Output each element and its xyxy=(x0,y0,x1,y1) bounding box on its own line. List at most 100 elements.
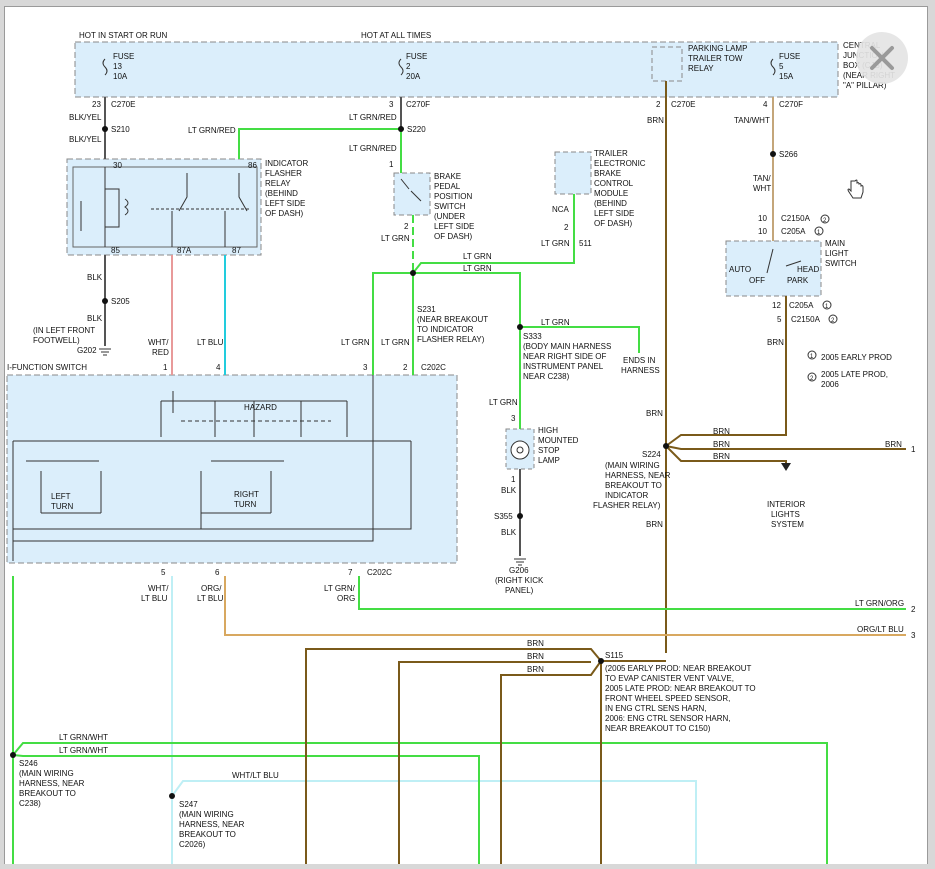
s205-dot xyxy=(102,298,108,304)
screenshot-frame: HOT IN START OR RUN HOT AT ALL TIMES CEN… xyxy=(0,0,935,864)
flasher-l4: LEFT SIDE xyxy=(265,199,305,208)
main-light-l0: MAIN xyxy=(825,239,845,248)
lt-grn-top-1: LT GRN xyxy=(463,252,492,261)
g206-l1: PANEL) xyxy=(505,586,534,595)
pin-10-b: 10 xyxy=(758,227,767,236)
flasher-l0: INDICATOR xyxy=(265,159,308,168)
s224: S224 xyxy=(642,450,661,459)
s210-dot xyxy=(102,126,108,132)
s224-l0: (MAIN WIRING xyxy=(605,461,660,470)
pin-5-main: 5 xyxy=(777,315,782,324)
pin-2: 2 xyxy=(656,100,661,109)
tow-relay-box xyxy=(651,46,683,82)
s224-l1: HARNESS, NEAR xyxy=(605,471,671,480)
fuse2-l2: 20A xyxy=(406,72,421,81)
mfs-p3: 3 xyxy=(363,363,368,372)
brake-l5: LEFT SIDE xyxy=(434,222,474,231)
brn-1: BRN xyxy=(647,116,664,125)
legend-l2b: 2006 xyxy=(821,380,839,389)
fuse5-l2: 15A xyxy=(779,72,794,81)
blk-stop: BLK xyxy=(501,486,517,495)
s115-l6: NEAR BREAKOUT TO C150) xyxy=(605,724,711,733)
c2150a-a: C2150A xyxy=(781,214,811,223)
s333-l2: INSTRUMENT PANEL xyxy=(523,362,604,371)
fuse13-l2: 10A xyxy=(113,72,128,81)
s224-dot xyxy=(663,443,669,449)
s355: S355 xyxy=(494,512,513,521)
mfs-p6: 6 xyxy=(215,568,220,577)
flasher-p87: 87 xyxy=(232,246,241,255)
c270e-b: C270E xyxy=(671,100,695,109)
s220-dot xyxy=(398,126,404,132)
flasher-p86: 86 xyxy=(248,161,257,170)
interior-l2: SYSTEM xyxy=(771,520,804,529)
flasher-l5: OF DASH) xyxy=(265,209,304,218)
stop-l0: HIGH xyxy=(538,426,558,435)
offpage-3: 3 xyxy=(911,631,916,640)
flasher-p30: 30 xyxy=(113,161,122,170)
trailer-l5: (BEHIND xyxy=(594,199,627,208)
s246-l3: C238) xyxy=(19,799,41,808)
brn-s115-c: BRN xyxy=(527,665,544,674)
brn-b: BRN xyxy=(713,440,730,449)
tan-2: TAN/ xyxy=(753,174,771,183)
multifunction-switch-box xyxy=(6,374,458,564)
wiring-diagram-sheet: HOT IN START OR RUN HOT AT ALL TIMES CEN… xyxy=(4,6,928,864)
lt-grn-red-1: LT GRN/RED xyxy=(349,113,397,122)
arrow-interior xyxy=(781,463,791,471)
brn-s224-down: BRN xyxy=(646,520,663,529)
trailer-l7: OF DASH) xyxy=(594,219,633,228)
trailer-l1: ELECTRONIC xyxy=(594,159,646,168)
main-light-l2: SWITCH xyxy=(825,259,857,268)
pin-2-trailer: 2 xyxy=(564,223,569,232)
s224-l4: FLASHER RELAY) xyxy=(593,501,661,510)
auto: AUTO xyxy=(729,265,751,274)
trailer-l0: TRAILER xyxy=(594,149,628,158)
s115-l4: IN ENG CTRL SENS HARN, xyxy=(605,704,707,713)
s220: S220 xyxy=(407,125,426,134)
ends-l0: ENDS IN xyxy=(623,356,656,365)
fuse13-l0: FUSE xyxy=(113,52,134,61)
s246-l1: HARNESS, NEAR xyxy=(19,779,85,788)
brn-right: BRN xyxy=(885,440,902,449)
ground-g202 xyxy=(99,348,111,356)
ground-g206 xyxy=(514,558,526,566)
s246-l0: (MAIN WIRING xyxy=(19,769,74,778)
s333: S333 xyxy=(523,332,542,341)
flasher-l1: FLASHER xyxy=(265,169,302,178)
trailer-l6: LEFT SIDE xyxy=(594,209,634,218)
mfs-p7: 7 xyxy=(348,568,353,577)
mfs-p1: 1 xyxy=(163,363,168,372)
fuse2-l0: FUSE xyxy=(406,52,427,61)
c270f-a: C270F xyxy=(406,100,430,109)
s115-l2: 2005 LATE PROD: NEAR BREAKOUT TO xyxy=(605,684,756,693)
nca: NCA xyxy=(552,205,570,214)
brake-l2: POSITION xyxy=(434,192,472,201)
s333-dot xyxy=(517,324,523,330)
s224-l3: INDICATOR xyxy=(605,491,648,500)
c270e-a: C270E xyxy=(111,100,135,109)
c202c-b: C202C xyxy=(367,568,392,577)
lt-grn-org-b: ORG xyxy=(337,594,355,603)
right-l1: TURN xyxy=(234,500,256,509)
trailer-module-box xyxy=(554,151,592,195)
c202c-a: C202C xyxy=(421,363,446,372)
s115-l0: (2005 EARLY PROD: NEAR BREAKOUT xyxy=(605,664,752,673)
flasher-l2: RELAY xyxy=(265,179,291,188)
mfs-title: I-FUNCTION SWITCH xyxy=(7,363,87,372)
close-button[interactable] xyxy=(856,32,908,84)
left-l0: LEFT xyxy=(51,492,71,501)
wht-red-a: WHT/ xyxy=(148,338,169,347)
wire-lt-grn-wht-b xyxy=(12,742,828,864)
stop-l1: MOUNTED xyxy=(538,436,579,445)
pin-23: 23 xyxy=(92,100,101,109)
lt-grn-wht-b: LT GRN/WHT xyxy=(59,746,108,755)
s231-l2: FLASHER RELAY) xyxy=(417,335,485,344)
stop-l3: LAMP xyxy=(538,456,560,465)
s333-l1: NEAR RIGHT SIDE OF xyxy=(523,352,607,361)
hand-cursor-icon xyxy=(847,179,864,199)
org-lt-blu-a: ORG/ xyxy=(201,584,222,593)
wht-lt-blu-1: WHT/LT BLU xyxy=(232,771,279,780)
wire-brn-s115-b xyxy=(398,661,591,864)
wht-lt-blu-b: LT BLU xyxy=(141,594,168,603)
